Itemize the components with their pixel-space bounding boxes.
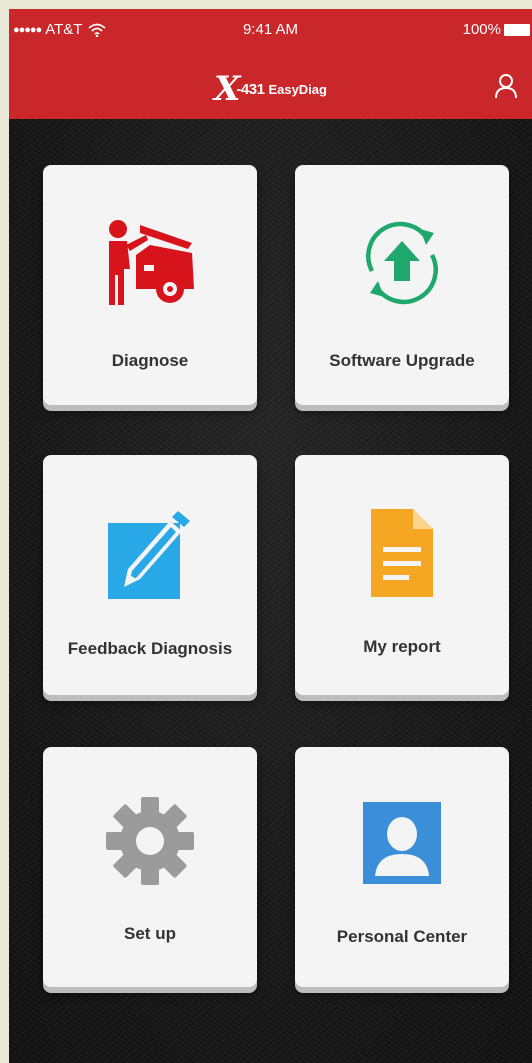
battery-icon xyxy=(504,23,530,36)
personal-center-tile[interactable]: Personal Center xyxy=(295,747,509,987)
battery-percent: 100% xyxy=(462,21,501,38)
mechanic-car-icon xyxy=(43,213,257,313)
logo-app-name: EasyDiag xyxy=(268,81,327,97)
software-upgrade-tile[interactable]: Software Upgrade xyxy=(295,165,509,405)
gear-icon xyxy=(43,791,257,891)
app-logo: X-431 EasyDiag xyxy=(9,69,532,109)
document-icon xyxy=(295,503,509,603)
tile-label: Software Upgrade xyxy=(329,351,475,370)
diagnose-tile[interactable]: Diagnose xyxy=(43,165,257,405)
logo-model-number: -431 xyxy=(236,80,265,98)
user-profile-icon[interactable] xyxy=(494,73,518,99)
tile-label: Personal Center xyxy=(336,927,468,946)
tile-label: Diagnose xyxy=(111,351,189,370)
tile-label: Set up xyxy=(124,924,176,943)
tile-label: My report xyxy=(363,637,441,656)
upgrade-arrows-icon xyxy=(295,213,509,313)
app-screen: ●●●●● AT&T 9:41 AM 100% X-431 EasyDiag D… xyxy=(9,9,532,1063)
status-right: 100% xyxy=(463,21,530,38)
tile-label: Feedback Diagnosis xyxy=(67,639,233,658)
person-icon xyxy=(295,793,509,893)
header-bar: ●●●●● AT&T 9:41 AM 100% X-431 EasyDiag xyxy=(9,9,532,119)
status-time: 9:41 AM xyxy=(242,21,299,38)
status-bar: ●●●●● AT&T 9:41 AM 100% xyxy=(9,9,532,49)
nav-bar: X-431 EasyDiag xyxy=(9,49,532,119)
my-report-tile[interactable]: My report xyxy=(295,455,509,695)
pencil-edit-icon xyxy=(43,505,257,605)
feedback-diagnosis-tile[interactable]: Feedback Diagnosis xyxy=(43,455,257,695)
set-up-tile[interactable]: Set up xyxy=(43,747,257,987)
